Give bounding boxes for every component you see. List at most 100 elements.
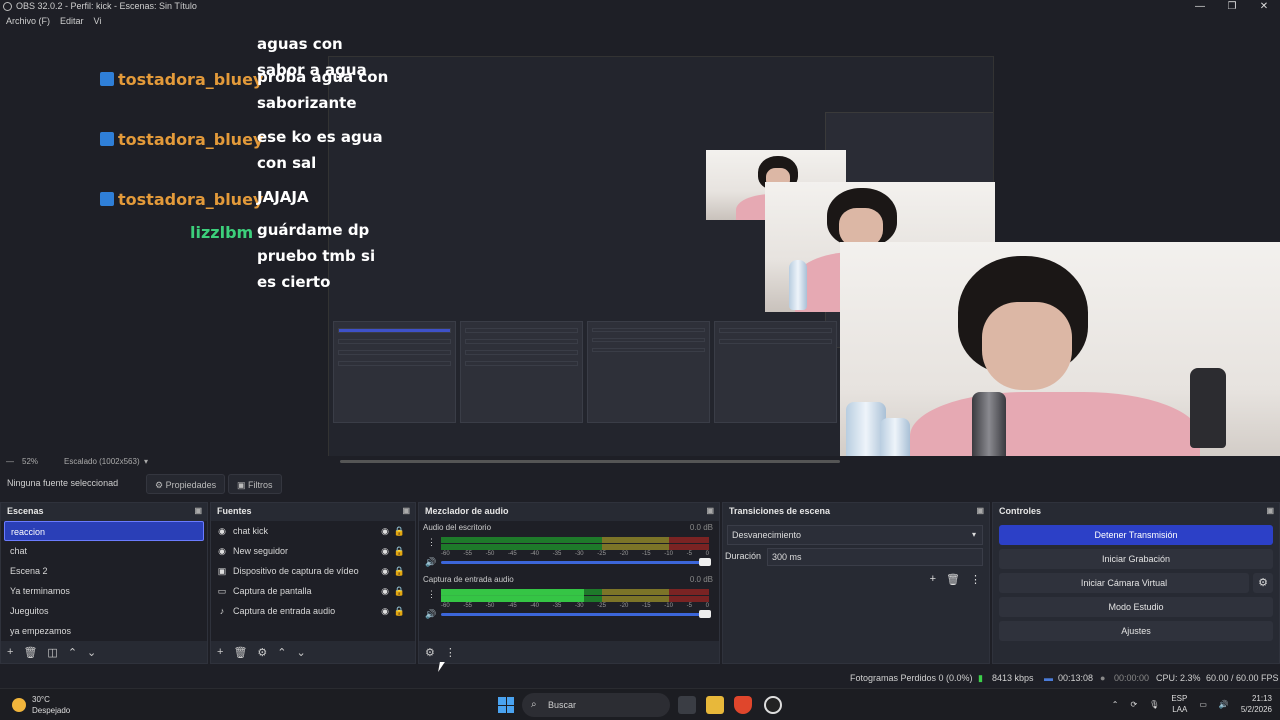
volume-icon[interactable]: 🔊	[1219, 700, 1229, 709]
source-item[interactable]: ▭ Captura de pantalla ◉ 🔒	[211, 581, 415, 601]
kebab-menu-icon[interactable]: ⋮	[427, 589, 436, 600]
virtual-cam-settings-icon[interactable]: ⚙	[1253, 573, 1273, 593]
move-up-icon[interactable]: ⌃	[68, 646, 77, 659]
visibility-eye-icon[interactable]: ◉	[381, 526, 389, 537]
visibility-eye-icon[interactable]: ◉	[381, 586, 389, 597]
meter-tick: -20	[619, 603, 629, 609]
stream-icon: ▬	[1044, 673, 1053, 683]
undock-icon[interactable]: ▣	[402, 503, 410, 519]
source-properties-icon[interactable]: ⚙	[257, 646, 267, 659]
minimize-icon[interactable]: —	[1184, 0, 1216, 14]
start-virtual-cam-button[interactable]: Iniciar Cámara Virtual	[999, 573, 1249, 593]
lock-icon[interactable]: 🔒	[394, 566, 405, 577]
add-source-icon[interactable]: +	[217, 646, 223, 658]
undock-icon[interactable]: ▣	[976, 503, 984, 519]
scene-item[interactable]: chat	[4, 541, 204, 561]
source-item[interactable]: ◉ New seguidor ◉ 🔒	[211, 541, 415, 561]
studio-mode-button[interactable]: Modo Estudio	[999, 597, 1273, 617]
mixer-channel: Audio del escritorio 0.0 dB ⋮ -60 -55 -50 -45-…	[423, 523, 713, 571]
volume-meter	[441, 537, 709, 543]
system-tray: ⌃ ⟳ 🎙 ESP LAA ▭ 🔊 21:13 5/2/2026	[1112, 693, 1272, 715]
visibility-eye-icon[interactable]: ◉	[381, 566, 389, 577]
speaker-icon[interactable]: 🔊	[425, 609, 436, 620]
duration-field[interactable]: 300 ms	[767, 548, 983, 566]
transition-select[interactable]: Desvanecimiento ▾	[727, 525, 983, 545]
remove-transition-icon[interactable]: 🗑	[946, 573, 960, 586]
sync-icon[interactable]: ⟳	[1130, 700, 1137, 709]
chevron-up-icon[interactable]: ⌃	[1112, 700, 1119, 709]
meter-tick: -55	[463, 551, 472, 557]
source-item[interactable]: ▣ Dispositivo de captura de vídeo ◉ 🔒	[211, 561, 415, 581]
filters-button[interactable]: ▣ Filtros	[228, 474, 282, 494]
scene-item[interactable]: Jueguitos	[4, 601, 204, 621]
volume-slider[interactable]	[441, 561, 709, 564]
undock-icon[interactable]: ▣	[706, 503, 714, 519]
remove-scene-icon[interactable]: 🗑	[23, 646, 37, 659]
kebab-menu-icon[interactable]: ⋮	[445, 646, 456, 659]
visibility-eye-icon[interactable]: ◉	[381, 606, 389, 617]
advanced-audio-icon[interactable]: ⚙	[425, 646, 435, 659]
chevron-down-icon[interactable]: ▾	[144, 457, 148, 466]
microphone-icon[interactable]: 🎙	[1149, 700, 1159, 709]
lock-icon[interactable]: 🔒	[394, 606, 405, 617]
scene-item[interactable]: Escena 2	[4, 561, 204, 581]
undock-icon[interactable]: ▣	[194, 503, 202, 519]
network-icon[interactable]: ▭	[1199, 700, 1207, 709]
scale-mode[interactable]: Escalado (1002x563)	[64, 457, 140, 466]
menu-vista[interactable]: Vi	[94, 16, 102, 32]
lock-icon[interactable]: 🔒	[394, 526, 405, 537]
brave-browser-icon[interactable]	[734, 696, 752, 714]
add-transition-icon[interactable]: +	[930, 573, 936, 586]
obs-taskbar-icon[interactable]	[764, 696, 782, 714]
volume-slider-knob[interactable]	[699, 610, 711, 618]
source-item[interactable]: ◉ chat kick ◉ 🔒	[211, 521, 415, 541]
maximize-icon[interactable]: ❐	[1216, 0, 1248, 14]
properties-button[interactable]: ⚙ Propiedades	[146, 474, 226, 494]
filters-label: Filtros	[248, 480, 273, 490]
menu-archivo[interactable]: Archivo (F)	[6, 16, 50, 32]
clock[interactable]: 21:13 5/2/2026	[1241, 693, 1272, 715]
settings-button[interactable]: Ajustes	[999, 621, 1273, 641]
zoom-level[interactable]: 52%	[22, 457, 38, 466]
volume-slider-knob[interactable]	[699, 558, 711, 566]
scene-item[interactable]: reaccion	[4, 521, 204, 541]
menu-editar[interactable]: Editar	[60, 16, 84, 32]
scene-item[interactable]: ya empezamos	[4, 621, 204, 641]
lock-icon[interactable]: 🔒	[394, 586, 405, 597]
volume-slider[interactable]	[441, 613, 709, 616]
weather-widget[interactable]: 30°C Despejado	[12, 694, 70, 716]
kebab-menu-icon[interactable]: ⋮	[970, 573, 981, 586]
kebab-menu-icon[interactable]: ⋮	[427, 537, 436, 548]
channel-db: 0.0 dB	[689, 575, 713, 584]
dropped-frames: Fotogramas Perdidos 0 (0.0%)	[850, 673, 973, 683]
lock-icon[interactable]: 🔒	[394, 546, 405, 557]
move-up-icon[interactable]: ⌃	[277, 646, 286, 659]
move-down-icon[interactable]: ⌄	[87, 646, 96, 659]
preview-canvas[interactable]: tostadora_blueyprobando aguas con sabor …	[0, 32, 1280, 456]
speaker-icon[interactable]: 🔊	[425, 557, 436, 568]
search-label: Buscar	[548, 700, 577, 710]
horizontal-scrollbar[interactable]	[340, 460, 840, 463]
scene-filters-icon[interactable]: ◫	[47, 646, 57, 659]
scene-item[interactable]: Ya terminamos	[4, 581, 204, 601]
undock-icon[interactable]: ▣	[1266, 503, 1274, 519]
chevron-down-icon: ▾	[971, 530, 976, 539]
taskbar-search[interactable]: ⌕ Buscar	[522, 693, 670, 717]
close-icon[interactable]: ✕	[1248, 0, 1280, 14]
visibility-eye-icon[interactable]: ◉	[381, 546, 389, 557]
start-recording-button[interactable]: Iniciar Grabación	[999, 549, 1273, 569]
source-label: chat kick	[233, 526, 269, 536]
globe-icon: ◉	[218, 526, 226, 536]
language-indicator[interactable]: ESP LAA	[1171, 693, 1187, 715]
scale-decrease-icon[interactable]: —	[6, 457, 14, 466]
move-down-icon[interactable]: ⌄	[297, 646, 306, 659]
file-explorer-icon[interactable]	[706, 696, 724, 714]
add-scene-icon[interactable]: +	[7, 646, 13, 658]
remove-source-icon[interactable]: 🗑	[233, 646, 247, 659]
windows-start-icon[interactable]	[498, 697, 514, 713]
task-view-icon[interactable]	[678, 696, 696, 714]
stop-stream-button[interactable]: Detener Transmisión	[999, 525, 1273, 545]
chat-username: lizzlbm	[190, 223, 254, 242]
source-item[interactable]: ♪ Captura de entrada audio ◉ 🔒	[211, 601, 415, 621]
chat-message: tostadora_bluey	[100, 70, 263, 89]
